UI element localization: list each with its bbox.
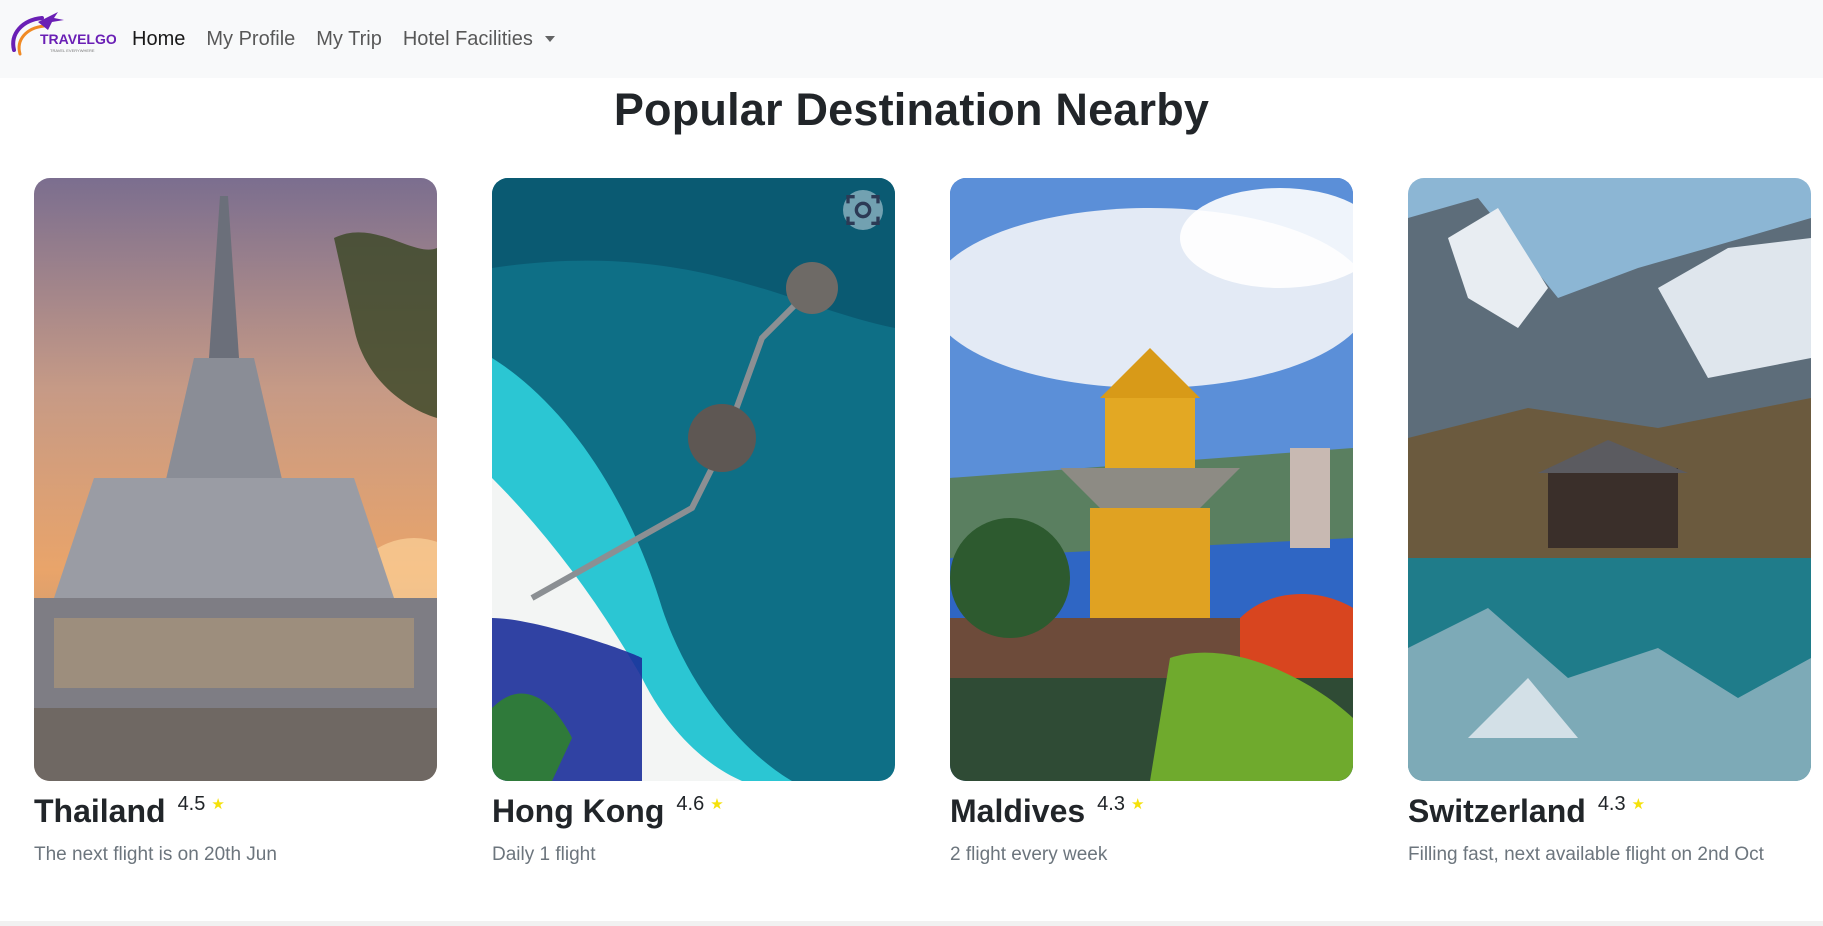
nav-my-profile[interactable]: My Profile — [206, 28, 295, 51]
svg-text:TRAVEL EVERYWHERE: TRAVEL EVERYWHERE — [50, 48, 95, 53]
destination-name: Maldives — [950, 793, 1086, 829]
visual-search-icon — [846, 195, 880, 225]
destination-rating: 4.3 — [1097, 793, 1125, 815]
visual-search-button[interactable] — [843, 190, 883, 230]
nav-hotel-facilities-label: Hotel Facilities — [402, 27, 533, 50]
destination-image-maldives[interactable] — [950, 178, 1353, 781]
card-title-row: Switzerland 4.3 ★ — [1408, 791, 1811, 831]
destination-card-thailand[interactable]: Thailand 4.5 ★ The next flight is on 20t… — [34, 178, 437, 867]
destination-card-maldives[interactable]: Maldives 4.3 ★ 2 flight every week — [950, 178, 1353, 867]
nav-links: Home My Profile My Trip Hotel Facilities — [132, 0, 576, 78]
card-title-row: Thailand 4.5 ★ — [34, 791, 437, 831]
nav-hotel-facilities-dropdown[interactable]: Hotel Facilities — [403, 28, 555, 51]
brand-logo[interactable]: TRAVELGO TRAVEL EVERYWHERE — [8, 10, 117, 64]
nav-home-label: Home — [132, 27, 186, 50]
svg-text:TRAVELGO: TRAVELGO — [40, 31, 116, 47]
nav-my-profile-label: My Profile — [206, 27, 296, 50]
nav-home[interactable]: Home — [132, 28, 185, 51]
destination-name: Thailand — [34, 793, 166, 829]
destination-note: 2 flight every week — [950, 844, 1108, 865]
section-title: Popular Destination Nearby — [613, 84, 1210, 135]
star-icon: ★ — [211, 796, 225, 813]
card-title-row: Hong Kong 4.6 ★ — [492, 791, 895, 831]
destination-rating: 4.6 — [676, 793, 705, 815]
destination-rating: 4.5 — [177, 793, 206, 815]
star-icon: ★ — [1130, 796, 1145, 813]
nav-my-trip[interactable]: My Trip — [316, 28, 382, 51]
destination-card-hong-kong[interactable]: Hong Kong 4.6 ★ Daily 1 flight — [492, 178, 895, 867]
destination-note: Filling fast, next available flight on 2… — [1408, 844, 1764, 865]
page-bottom-divider — [0, 921, 1823, 926]
plane-logo-icon: TRAVELGO TRAVEL EVERYWHERE — [11, 12, 117, 56]
destination-rating: 4.3 — [1597, 793, 1626, 815]
top-navbar: TRAVELGO TRAVEL EVERYWHERE Home My Profi… — [0, 0, 1823, 78]
chevron-down-icon — [544, 36, 555, 42]
destination-card-switzerland[interactable]: Switzerland 4.3 ★ Filling fast, next ava… — [1408, 178, 1811, 867]
destination-note: Daily 1 flight — [492, 844, 596, 865]
destination-image-switzerland[interactable] — [1408, 178, 1811, 781]
star-icon: ★ — [1631, 796, 1646, 813]
destination-image-thailand[interactable] — [34, 178, 437, 781]
destination-image-hong-kong[interactable] — [492, 178, 895, 781]
star-icon: ★ — [710, 796, 724, 813]
nav-my-trip-label: My Trip — [316, 27, 382, 50]
destination-name: Hong Kong — [492, 793, 665, 829]
destination-note: The next flight is on 20th Jun — [34, 844, 277, 865]
destination-name: Switzerland — [1408, 793, 1586, 829]
card-title-row: Maldives 4.3 ★ — [950, 791, 1353, 831]
